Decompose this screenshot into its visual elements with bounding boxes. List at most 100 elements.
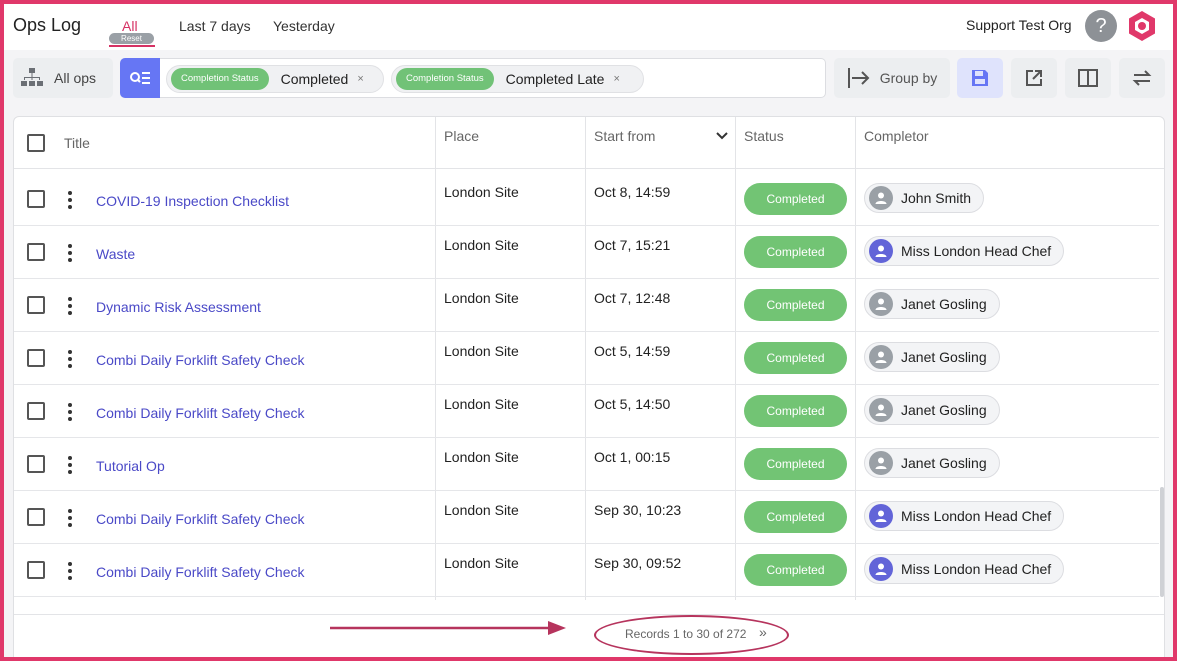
user-avatar-icon <box>869 292 893 316</box>
more-options-icon[interactable] <box>65 190 75 210</box>
completor-name: Miss London Head Chef <box>901 508 1052 524</box>
filter-bar[interactable]: Completion Status Completed × Completion… <box>160 58 826 98</box>
status-badge: Completed <box>744 501 847 533</box>
row-checkbox[interactable] <box>27 190 45 208</box>
user-avatar-icon <box>869 504 893 528</box>
start-date-cell: Oct 7, 12:48 <box>594 290 671 306</box>
place-cell: London Site <box>444 343 519 359</box>
user-avatar-icon <box>869 239 893 263</box>
all-ops-button[interactable]: All ops <box>13 58 113 98</box>
op-title-link[interactable]: Dynamic Risk Assessment <box>96 299 261 315</box>
start-date-cell: Oct 5, 14:50 <box>594 396 671 412</box>
tab-all[interactable]: All <box>122 18 138 34</box>
more-options-icon[interactable] <box>65 455 75 475</box>
search-list-icon <box>130 72 150 84</box>
close-icon[interactable]: × <box>613 73 619 85</box>
page-title: Ops Log <box>13 15 82 35</box>
status-badge: Completed <box>744 448 847 480</box>
user-avatar-icon <box>869 398 893 422</box>
all-ops-label: All ops <box>54 70 97 86</box>
op-title-link[interactable]: Combi Daily Forklift Safety Check <box>96 352 305 368</box>
records-count: Records 1 to 30 of 272 <box>625 627 747 641</box>
completor-chip[interactable]: Miss London Head Chef <box>864 554 1065 584</box>
export-button[interactable] <box>1011 58 1057 98</box>
group-by-icon <box>847 68 870 88</box>
completor-chip[interactable]: Miss London Head Chef <box>864 501 1065 531</box>
table-row[interactable]: Combi Daily Forklift Safety Check London … <box>14 332 1159 385</box>
start-date-cell: Sep 30, 10:23 <box>594 502 682 518</box>
table-row[interactable]: Combi Daily Forklift Safety Check London … <box>14 544 1159 597</box>
tab-yesterday[interactable]: Yesterday <box>273 18 335 34</box>
completor-chip[interactable]: Janet Gosling <box>864 289 1000 319</box>
save-view-button[interactable] <box>957 58 1003 98</box>
table-row[interactable]: Combi Daily Forklift Safety Check London … <box>14 491 1159 544</box>
start-date-cell: Oct 7, 15:21 <box>594 237 671 253</box>
more-options-icon[interactable] <box>65 349 75 369</box>
filter-chip-field: Completion Status <box>171 68 269 90</box>
status-badge: Completed <box>744 236 847 268</box>
columns-icon <box>1078 69 1098 87</box>
more-options-icon[interactable] <box>65 561 75 581</box>
close-icon[interactable]: × <box>357 73 363 85</box>
row-checkbox[interactable] <box>27 561 45 579</box>
start-date-cell: Sep 30, 09:52 <box>594 555 682 571</box>
place-cell: London Site <box>444 396 519 412</box>
more-options-icon[interactable] <box>65 402 75 422</box>
next-page-button[interactable]: » <box>759 624 767 640</box>
status-badge: Completed <box>744 395 847 427</box>
filter-toggle-button[interactable] <box>120 58 160 98</box>
op-title-link[interactable]: Tutorial Op <box>96 458 165 474</box>
start-date-cell: Oct 8, 14:59 <box>594 184 671 200</box>
row-checkbox[interactable] <box>27 349 45 367</box>
more-options-icon[interactable] <box>65 296 75 316</box>
select-all-checkbox[interactable] <box>27 134 45 152</box>
table-row[interactable]: Dynamic Risk Assessment London Site Oct 7,… <box>14 279 1159 332</box>
completor-chip[interactable]: Janet Gosling <box>864 342 1000 372</box>
group-by-button[interactable]: Group by <box>834 58 950 98</box>
place-cell: London Site <box>444 502 519 518</box>
filter-chip-value: Completed <box>280 71 349 87</box>
swap-button[interactable] <box>1119 58 1165 98</box>
row-checkbox[interactable] <box>27 508 45 526</box>
table-row[interactable]: COVID-19 Inspection Checklist London Site… <box>14 173 1159 226</box>
op-title-link[interactable]: Combi Daily Forklift Safety Check <box>96 564 305 580</box>
table-header: Title Place Start from Status Completor <box>14 117 1164 169</box>
filter-chip-field: Completion Status <box>396 68 494 90</box>
op-title-link[interactable]: COVID-19 Inspection Checklist <box>96 193 289 209</box>
row-checkbox[interactable] <box>27 455 45 473</box>
completor-name: Janet Gosling <box>901 402 987 418</box>
org-switcher[interactable]: Support Test Org <box>966 17 1072 33</box>
op-title-link[interactable]: Combi Daily Forklift Safety Check <box>96 405 305 421</box>
tab-last-7-days[interactable]: Last 7 days <box>179 18 251 34</box>
scrollbar[interactable] <box>1160 487 1164 597</box>
table-row[interactable]: Waste London Site Oct 7, 15:21 Completed Mis… <box>14 226 1159 279</box>
swap-arrows-icon <box>1132 70 1152 86</box>
completor-name: Miss London Head Chef <box>901 243 1052 259</box>
row-checkbox[interactable] <box>27 243 45 261</box>
op-title-link[interactable]: Combi Daily Forklift Safety Check <box>96 511 305 527</box>
columns-button[interactable] <box>1065 58 1111 98</box>
user-avatar-icon <box>869 557 893 581</box>
table-row[interactable]: Tutorial Op London Site Oct 1, 00:15 Comple… <box>14 438 1159 491</box>
filter-chip[interactable]: Completion Status Completed × <box>166 65 384 93</box>
completor-chip[interactable]: Janet Gosling <box>864 395 1000 425</box>
group-by-label: Group by <box>879 70 938 86</box>
column-header-start-from[interactable]: Start from <box>594 117 734 169</box>
completor-chip[interactable]: Janet Gosling <box>864 448 1000 478</box>
row-checkbox[interactable] <box>27 296 45 314</box>
table-row[interactable]: Combi Daily Forklift Safety Check London … <box>14 385 1159 438</box>
filter-chip[interactable]: Completion Status Completed Late × <box>391 65 644 93</box>
external-link-icon <box>1026 70 1042 86</box>
help-button[interactable]: ? <box>1085 10 1117 42</box>
more-options-icon[interactable] <box>65 508 75 528</box>
user-avatar-icon <box>869 451 893 475</box>
completor-chip[interactable]: John Smith <box>864 183 985 213</box>
pagination-footer: Records 1 to 30 of 272 » <box>14 614 1164 657</box>
completor-chip[interactable]: Miss London Head Chef <box>864 236 1065 266</box>
op-title-link[interactable]: Waste <box>96 246 135 262</box>
row-checkbox[interactable] <box>27 402 45 420</box>
reset-button[interactable]: Reset <box>109 33 154 44</box>
app-frame: Ops Log All Reset Last 7 days Yesterday … <box>0 0 1177 661</box>
more-options-icon[interactable] <box>65 243 75 263</box>
user-avatar-icon <box>869 186 893 210</box>
